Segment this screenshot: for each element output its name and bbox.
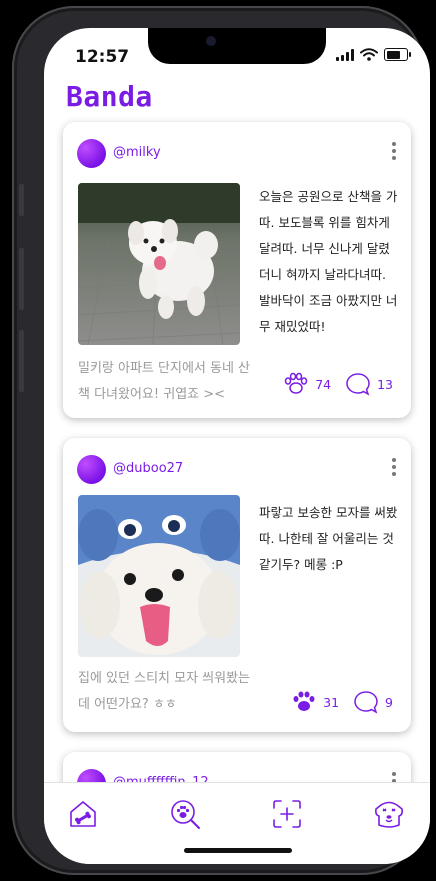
side-button [19, 248, 24, 310]
comment-icon[interactable] [345, 372, 371, 396]
comment-count: 13 [377, 376, 393, 392]
app-screen: 12:57 Banda @milky 오늘은 공원으로 산책을 가따. 보도블록… [44, 28, 430, 864]
post-photo[interactable] [78, 495, 240, 657]
avatar[interactable] [77, 139, 106, 168]
post-actions: 31 9 [291, 690, 393, 714]
post-text: 오늘은 공원으로 산책을 가따. 보도블록 위를 힘차게 달려따. 너무 신나게… [259, 189, 398, 334]
signal-icon [336, 48, 354, 61]
home-icon[interactable] [66, 797, 100, 831]
more-options-icon[interactable] [391, 142, 397, 160]
post-text: 파랗고 보송한 모자를 써봤따. 나한테 잘 어울리는 것 같기두? 메롱 :P [259, 505, 398, 572]
post-username[interactable]: @milky [113, 145, 161, 160]
paw-like-icon[interactable] [283, 372, 309, 396]
post-caption: 집에 있던 스티치 모자 씌워봤는데 어떤가요? ㅎㅎ [78, 671, 251, 712]
post-caption: 밀키랑 아파트 단지에서 동네 산책 다녀왔어요! 귀엽죠 >< [78, 361, 251, 402]
like-count: 74 [315, 376, 332, 392]
comment-count: 9 [385, 694, 393, 710]
post-actions: 74 13 [283, 372, 393, 396]
post-photo[interactable] [78, 183, 240, 345]
paw-search-icon[interactable] [168, 797, 202, 831]
notch [148, 28, 326, 64]
home-indicator[interactable] [184, 848, 292, 853]
dog-running-photo [78, 183, 240, 345]
dog-in-stitch-hat-photo [78, 495, 240, 657]
wifi-icon [360, 48, 378, 61]
app-logo: Banda [66, 80, 153, 113]
post-card[interactable]: @duboo27 파랗고 보송한 모자를 써봤따. 나한테 잘 어울리는 것 같… [63, 438, 411, 732]
post-card[interactable]: @milky 오늘은 공원으로 산책을 가따. 보도블록 위를 힘차게 달려따.… [63, 122, 411, 418]
battery-icon [384, 48, 411, 61]
comment-icon[interactable] [353, 690, 379, 714]
post-username[interactable]: @duboo27 [113, 461, 183, 476]
camera-icon [206, 36, 216, 46]
add-post-icon[interactable] [270, 797, 304, 831]
more-options-icon[interactable] [391, 458, 397, 476]
side-button [19, 330, 24, 392]
side-button [19, 184, 24, 216]
paw-liked-icon[interactable] [291, 690, 317, 714]
status-time: 12:57 [75, 47, 130, 67]
dog-profile-icon[interactable] [372, 797, 406, 831]
phone-frame: 12:57 Banda @milky 오늘은 공원으로 산책을 가따. 보도블록… [12, 6, 430, 875]
avatar[interactable] [77, 455, 106, 484]
status-icons [336, 48, 411, 61]
like-count: 31 [323, 694, 340, 710]
